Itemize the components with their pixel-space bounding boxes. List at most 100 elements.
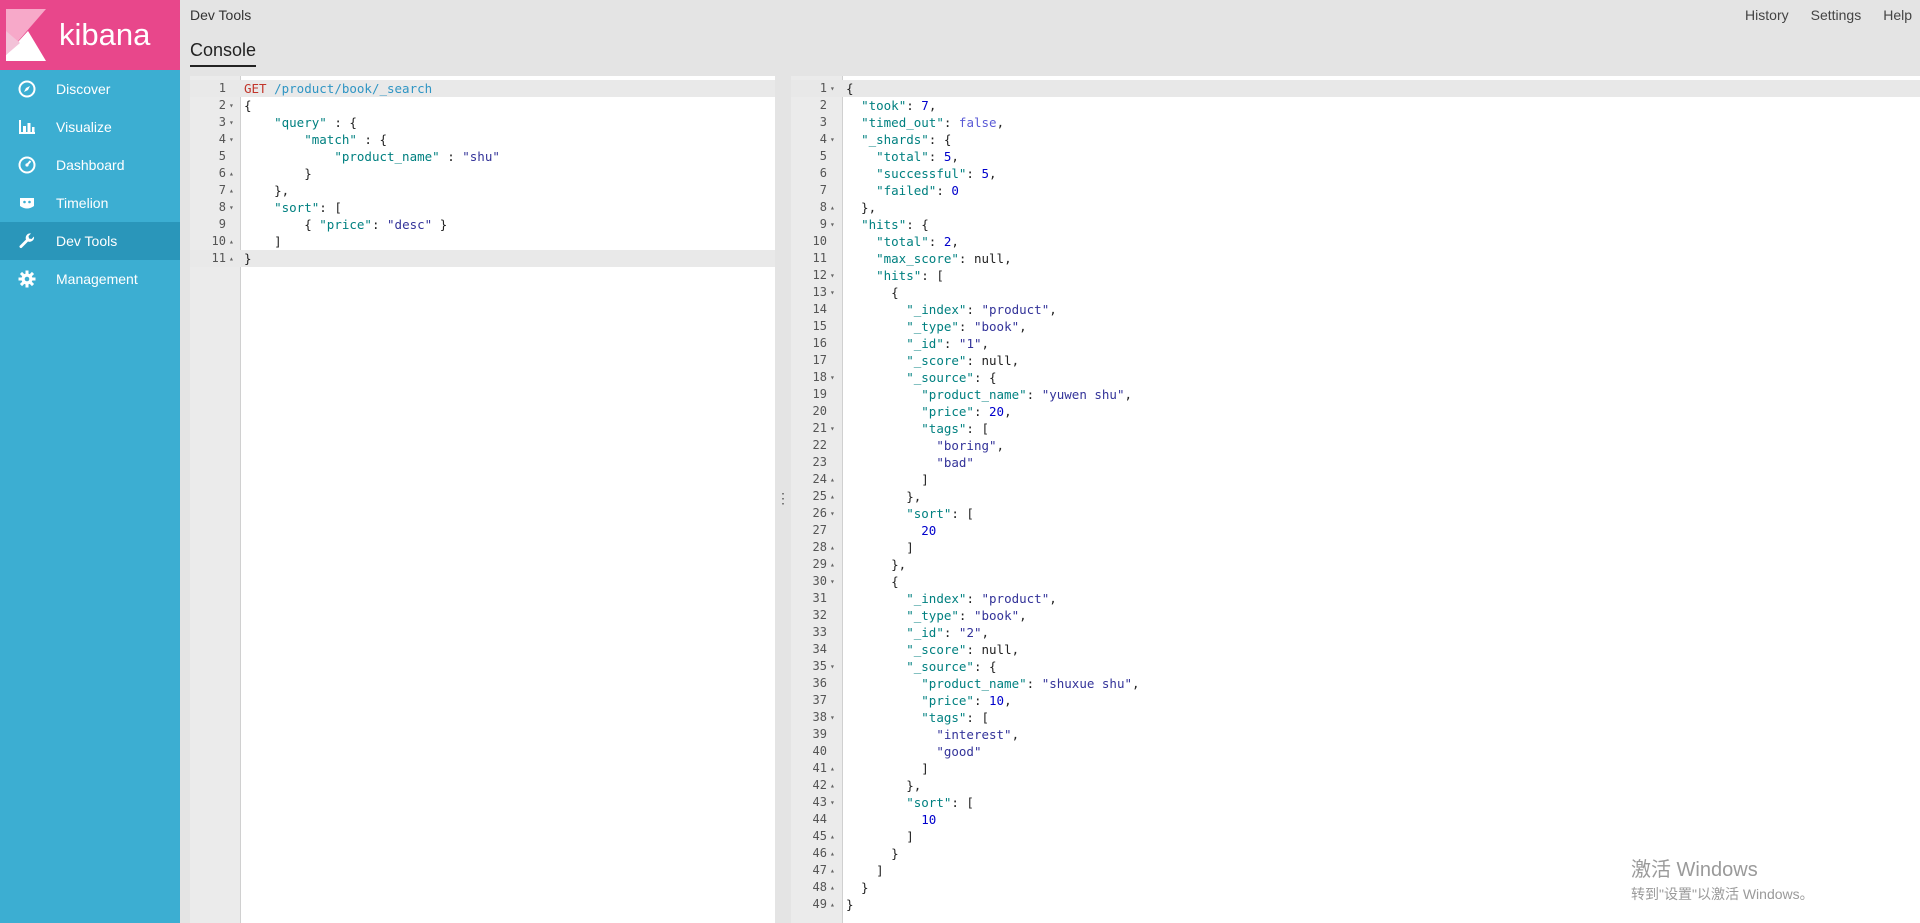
fold-collapse-icon[interactable]: ▾	[229, 199, 237, 216]
code-text: },	[846, 489, 922, 504]
sidebar-item-label: Timelion	[56, 195, 109, 211]
fold-collapse-icon[interactable]: ▾	[830, 420, 838, 437]
fold-collapse-icon[interactable]: ▾	[830, 709, 838, 726]
code-line: 29 ▴ },	[791, 556, 1920, 573]
sidebar-item-label: Discover	[56, 81, 111, 97]
line-number: 7	[218, 183, 226, 197]
fold-expand-icon[interactable]: ▴	[229, 182, 237, 199]
line-number: 5	[218, 149, 226, 163]
code-text: ]	[846, 472, 929, 487]
code-text: "_source": {	[906, 659, 997, 674]
timelion-icon	[17, 193, 37, 213]
fold-collapse-icon[interactable]: ▾	[830, 658, 838, 675]
fold-expand-icon[interactable]: ▴	[830, 556, 838, 573]
code-line: 36 "product_name": "shuxue shu",	[791, 675, 1920, 692]
code-text: { "price": "desc" }	[244, 217, 448, 232]
code-line: 1 GET /product/book/_search	[190, 80, 775, 97]
code-text: "good"	[936, 744, 982, 759]
code-text: {	[846, 574, 899, 589]
code-text: "timed_out": false,	[861, 115, 1005, 130]
code-line: 17 "_score": null,	[791, 352, 1920, 369]
fold-collapse-icon[interactable]: ▾	[830, 284, 838, 301]
pane-resizer[interactable]: ⋮	[776, 490, 790, 510]
fold-collapse-icon[interactable]: ▾	[229, 114, 237, 131]
settings-link[interactable]: Settings	[1811, 7, 1862, 23]
fold-expand-icon[interactable]: ▴	[830, 777, 838, 794]
code-line: 8 ▾ "sort": [	[190, 199, 775, 216]
code-text: "total": 5,	[876, 149, 959, 164]
fold-expand-icon[interactable]: ▴	[830, 471, 838, 488]
line-number: 31	[812, 591, 827, 605]
fold-expand-icon[interactable]: ▴	[830, 879, 838, 896]
code-line: 7 "failed": 0	[791, 182, 1920, 199]
page-title: Dev Tools	[190, 7, 252, 23]
code-text: },	[846, 200, 877, 215]
fold-collapse-icon[interactable]: ▾	[830, 216, 838, 233]
code-text: ]	[846, 863, 884, 878]
code-line: 3 ▾ "query" : {	[190, 114, 775, 131]
code-text: "bad"	[936, 455, 974, 470]
code-line: 4 ▾ "_shards": {	[791, 131, 1920, 148]
fold-collapse-icon[interactable]: ▾	[830, 369, 838, 386]
fold-expand-icon[interactable]: ▴	[229, 250, 237, 267]
sidebar-item-label: Management	[56, 271, 138, 287]
fold-expand-icon[interactable]: ▴	[229, 165, 237, 182]
line-number: 30	[812, 574, 827, 588]
sidebar-item-discover[interactable]: Discover	[0, 70, 180, 108]
code-text: }	[846, 846, 899, 861]
fold-expand-icon[interactable]: ▴	[830, 488, 838, 505]
line-number: 3	[819, 115, 827, 129]
kibana-logo[interactable]: kibana	[0, 0, 180, 70]
fold-expand-icon[interactable]: ▴	[830, 845, 838, 862]
code-text: "_index": "product",	[906, 302, 1057, 317]
fold-expand-icon[interactable]: ▴	[830, 539, 838, 556]
code-line: 10 "total": 2,	[791, 233, 1920, 250]
fold-collapse-icon[interactable]: ▾	[229, 97, 237, 114]
code-text: ]	[846, 540, 914, 555]
fold-expand-icon[interactable]: ▴	[229, 233, 237, 250]
fold-expand-icon[interactable]: ▴	[830, 862, 838, 879]
fold-collapse-icon[interactable]: ▾	[830, 573, 838, 590]
fold-expand-icon[interactable]: ▴	[830, 199, 838, 216]
line-number: 35	[812, 659, 827, 673]
fold-collapse-icon[interactable]: ▾	[830, 794, 838, 811]
fold-collapse-icon[interactable]: ▾	[830, 80, 838, 97]
line-number: 18	[812, 370, 827, 384]
sidebar-item-timelion[interactable]: Timelion	[0, 184, 180, 222]
code-text: "boring",	[936, 438, 1005, 453]
code-text: {	[244, 98, 252, 113]
code-line: 11 "max_score": null,	[791, 250, 1920, 267]
help-link[interactable]: Help	[1883, 7, 1912, 23]
sidebar-item-visualize[interactable]: Visualize	[0, 108, 180, 146]
code-line: 37 "price": 10,	[791, 692, 1920, 709]
code-text: "price": 10,	[921, 693, 1012, 708]
sidebar-item-management[interactable]: Management	[0, 260, 180, 298]
sidebar-item-dev-tools[interactable]: Dev Tools	[0, 222, 180, 260]
fold-expand-icon[interactable]: ▴	[830, 760, 838, 777]
line-number: 10	[812, 234, 827, 248]
tab-console[interactable]: Console	[190, 40, 257, 67]
code-line: 6 "successful": 5,	[791, 165, 1920, 182]
dashboard-icon	[17, 155, 37, 175]
fold-collapse-icon[interactable]: ▾	[830, 505, 838, 522]
line-number: 2	[819, 98, 827, 112]
code-text: "interest",	[936, 727, 1020, 742]
line-number: 7	[819, 183, 827, 197]
request-editor[interactable]: 1 GET /product/book/_search 2 ▾{3 ▾ "query" …	[190, 76, 775, 923]
history-link[interactable]: History	[1745, 7, 1789, 23]
code-line: 14 "_index": "product",	[791, 301, 1920, 318]
fold-expand-icon[interactable]: ▴	[830, 828, 838, 845]
fold-collapse-icon[interactable]: ▾	[830, 267, 838, 284]
sidebar-nav: Discover Visualize Dashboard Timelion De…	[0, 70, 180, 298]
fold-collapse-icon[interactable]: ▾	[830, 131, 838, 148]
code-text: {	[846, 285, 899, 300]
code-text: "_id": "1",	[906, 336, 990, 351]
line-number: 28	[812, 540, 827, 554]
sidebar-item-dashboard[interactable]: Dashboard	[0, 146, 180, 184]
fold-collapse-icon[interactable]: ▾	[229, 131, 237, 148]
fold-expand-icon[interactable]: ▴	[830, 896, 838, 913]
code-line: 45 ▴ ]	[791, 828, 1920, 845]
code-text: }	[846, 880, 869, 895]
code-line: 19 "product_name": "yuwen shu",	[791, 386, 1920, 403]
line-number: 1	[218, 81, 226, 95]
